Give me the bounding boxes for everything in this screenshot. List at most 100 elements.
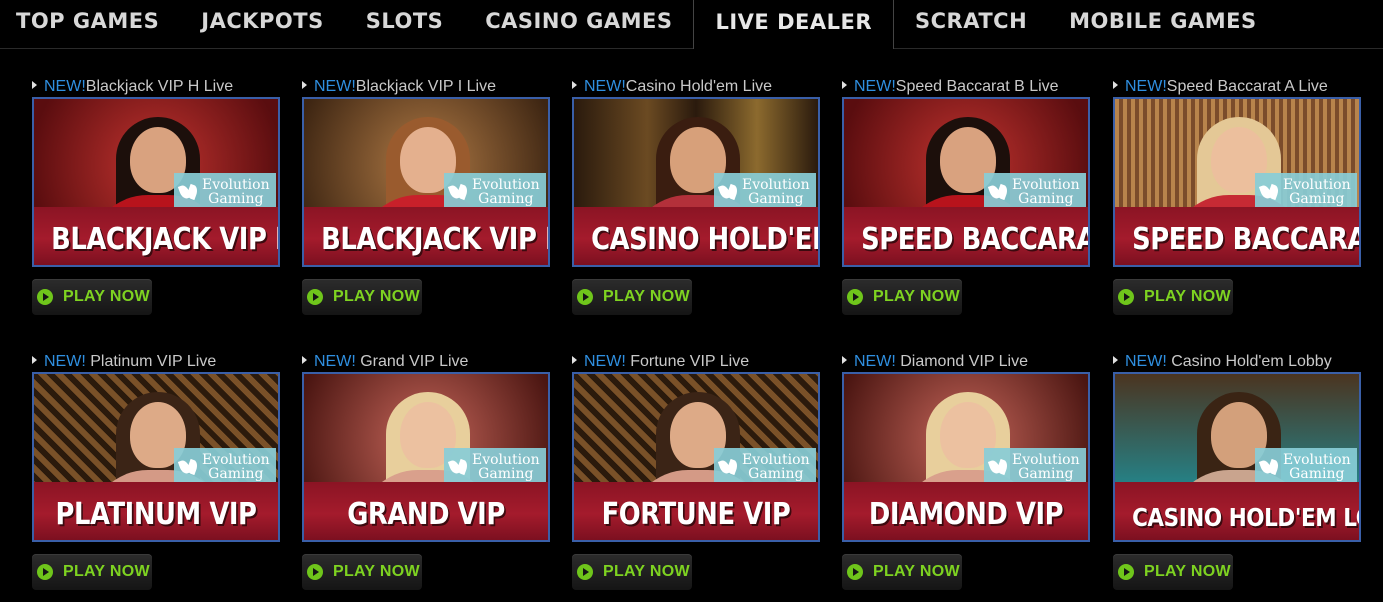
- play-now-button[interactable]: PLAY NOW: [572, 554, 692, 590]
- play-icon: [847, 564, 863, 580]
- game-title[interactable]: NEW!Casino Hold'em Live: [572, 77, 772, 97]
- game-logo-name: CASINO HOLD'EM LOBBY: [1132, 503, 1359, 532]
- game-title[interactable]: NEW! Grand VIP Live: [302, 352, 468, 372]
- new-badge: NEW!: [1125, 353, 1172, 370]
- play-now-button[interactable]: PLAY NOW: [302, 554, 422, 590]
- game-title[interactable]: NEW! Diamond VIP Live: [842, 352, 1028, 372]
- play-icon: [37, 564, 53, 580]
- play-now-button[interactable]: PLAY NOW: [1113, 554, 1233, 590]
- play-now-button[interactable]: PLAY NOW: [572, 279, 692, 315]
- play-icon: [847, 289, 863, 305]
- play-now-label: PLAY NOW: [63, 288, 150, 305]
- play-now-label: PLAY NOW: [333, 288, 420, 305]
- tab-scratch[interactable]: SCRATCH: [894, 0, 1048, 44]
- bullet-arrow-icon: [32, 356, 37, 364]
- play-now-button[interactable]: PLAY NOW: [1113, 279, 1233, 315]
- evolution-gaming-logo: Evolution Gaming: [984, 173, 1086, 211]
- bullet-arrow-icon: [1113, 81, 1118, 89]
- evolution-logo-text: Evolution Gaming: [742, 452, 810, 482]
- game-title-text: Speed Baccarat B Live: [895, 78, 1059, 95]
- evolution-leaf-icon: [990, 458, 1008, 476]
- game-thumbnail[interactable]: Evolution Gaming BLACKJACK VIP I: [302, 97, 550, 267]
- new-badge: NEW!: [314, 78, 356, 95]
- evolution-logo-text: Evolution Gaming: [202, 177, 270, 207]
- evolution-gaming-logo: Evolution Gaming: [174, 448, 276, 486]
- tab-casino-games[interactable]: CASINO GAMES: [464, 0, 693, 44]
- game-thumbnail[interactable]: Evolution Gaming BLACKJACK VIP H: [32, 97, 280, 267]
- evolution-logo-text: Evolution Gaming: [1283, 452, 1351, 482]
- play-icon: [1118, 289, 1134, 305]
- game-title-text: Casino Hold'em Live: [625, 78, 773, 95]
- evolution-logo-text: Evolution Gaming: [1283, 177, 1351, 207]
- game-title[interactable]: NEW!Speed Baccarat A Live: [1113, 77, 1328, 97]
- game-thumbnail[interactable]: Evolution Gaming FORTUNE VIP: [572, 372, 820, 542]
- bullet-arrow-icon: [842, 356, 847, 364]
- game-logo-name: BLACKJACK VIP I: [321, 222, 550, 257]
- play-icon: [307, 289, 323, 305]
- evolution-leaf-icon: [450, 183, 468, 201]
- game-title[interactable]: NEW! Platinum VIP Live: [32, 352, 216, 372]
- evolution-logo-text: Evolution Gaming: [742, 177, 810, 207]
- play-now-button[interactable]: PLAY NOW: [842, 554, 962, 590]
- evolution-gaming-logo: Evolution Gaming: [444, 448, 546, 486]
- evolution-gaming-logo: Evolution Gaming: [984, 448, 1086, 486]
- evolution-gaming-logo: Evolution Gaming: [714, 448, 816, 486]
- bullet-arrow-icon: [302, 81, 307, 89]
- tab-jackpots[interactable]: JACKPOTS: [180, 0, 344, 44]
- game-title-text: Blackjack VIP H Live: [85, 78, 234, 95]
- game-thumbnail[interactable]: Evolution Gaming GRAND VIP: [302, 372, 550, 542]
- evolution-logo-text: Evolution Gaming: [1012, 177, 1080, 207]
- tab-live-dealer[interactable]: LIVE DEALER: [693, 0, 894, 49]
- bullet-arrow-icon: [302, 356, 307, 364]
- game-logo-name: DIAMOND VIP: [868, 497, 1064, 532]
- game-title-text: Fortune VIP Live: [630, 353, 750, 370]
- evolution-logo-text: Evolution Gaming: [202, 452, 270, 482]
- evolution-gaming-logo: Evolution Gaming: [1255, 448, 1357, 486]
- tab-slots[interactable]: SLOTS: [345, 0, 465, 44]
- game-title[interactable]: NEW!Blackjack VIP I Live: [302, 77, 496, 97]
- evolution-gaming-logo: Evolution Gaming: [1255, 173, 1357, 211]
- game-thumbnail[interactable]: Evolution Gaming CASINO HOLD'EM: [572, 97, 820, 267]
- game-title[interactable]: NEW!Blackjack VIP H Live: [32, 77, 233, 97]
- game-thumbnail[interactable]: EvolutionGaming SPEED BACCARAT A: [1113, 97, 1361, 267]
- play-icon: [307, 564, 323, 580]
- new-badge: NEW!: [584, 353, 631, 370]
- game-logo-name: SPEED BACCARAT A: [1132, 222, 1359, 257]
- game-title-text: Diamond VIP Live: [900, 353, 1028, 370]
- new-badge: NEW!: [314, 353, 361, 370]
- game-logo-name: FORTUNE VIP: [601, 497, 791, 532]
- play-now-label: PLAY NOW: [603, 288, 690, 305]
- game-thumbnail[interactable]: Evolution Gaming PLATINUM VIP: [32, 372, 280, 542]
- play-now-label: PLAY NOW: [63, 563, 150, 580]
- new-badge: NEW!: [44, 353, 91, 370]
- game-title-text: Blackjack VIP I Live: [355, 78, 496, 95]
- game-thumbnail[interactable]: EvolutionGaming SPEED BACCARAT B: [842, 97, 1090, 267]
- game-logo-name: CASINO HOLD'EM: [591, 222, 820, 257]
- game-title-text: Speed Baccarat A Live: [1166, 78, 1328, 95]
- bullet-arrow-icon: [842, 81, 847, 89]
- play-icon: [577, 289, 593, 305]
- game-title[interactable]: NEW! Fortune VIP Live: [572, 352, 749, 372]
- play-now-button[interactable]: PLAY NOW: [842, 279, 962, 315]
- play-now-button[interactable]: PLAY NOW: [32, 554, 152, 590]
- evolution-leaf-icon: [180, 458, 198, 476]
- bullet-arrow-icon: [572, 356, 577, 364]
- play-now-label: PLAY NOW: [1144, 563, 1231, 580]
- game-logo-name: PLATINUM VIP: [55, 497, 257, 532]
- evolution-gaming-logo: Evolution Gaming: [174, 173, 276, 211]
- evolution-logo-text: Evolution Gaming: [472, 177, 540, 207]
- tab-mobile-games[interactable]: MOBILE GAMES: [1048, 0, 1277, 44]
- play-now-label: PLAY NOW: [873, 563, 960, 580]
- game-title[interactable]: NEW! Casino Hold'em Lobby: [1113, 352, 1332, 372]
- game-thumbnail[interactable]: Evolution Gaming DIAMOND VIP: [842, 372, 1090, 542]
- game-thumbnail[interactable]: EvolutionGaming CASINO HOLD'EM LOBBY: [1113, 372, 1361, 542]
- evolution-leaf-icon: [720, 458, 738, 476]
- game-title[interactable]: NEW!Speed Baccarat B Live: [842, 77, 1059, 97]
- evolution-gaming-logo: Evolution Gaming: [714, 173, 816, 211]
- play-now-label: PLAY NOW: [1144, 288, 1231, 305]
- new-badge: NEW!: [1125, 78, 1167, 95]
- play-now-button[interactable]: PLAY NOW: [32, 279, 152, 315]
- tab-top-games[interactable]: TOP GAMES: [0, 0, 180, 44]
- play-now-button[interactable]: PLAY NOW: [302, 279, 422, 315]
- evolution-leaf-icon: [1261, 183, 1279, 201]
